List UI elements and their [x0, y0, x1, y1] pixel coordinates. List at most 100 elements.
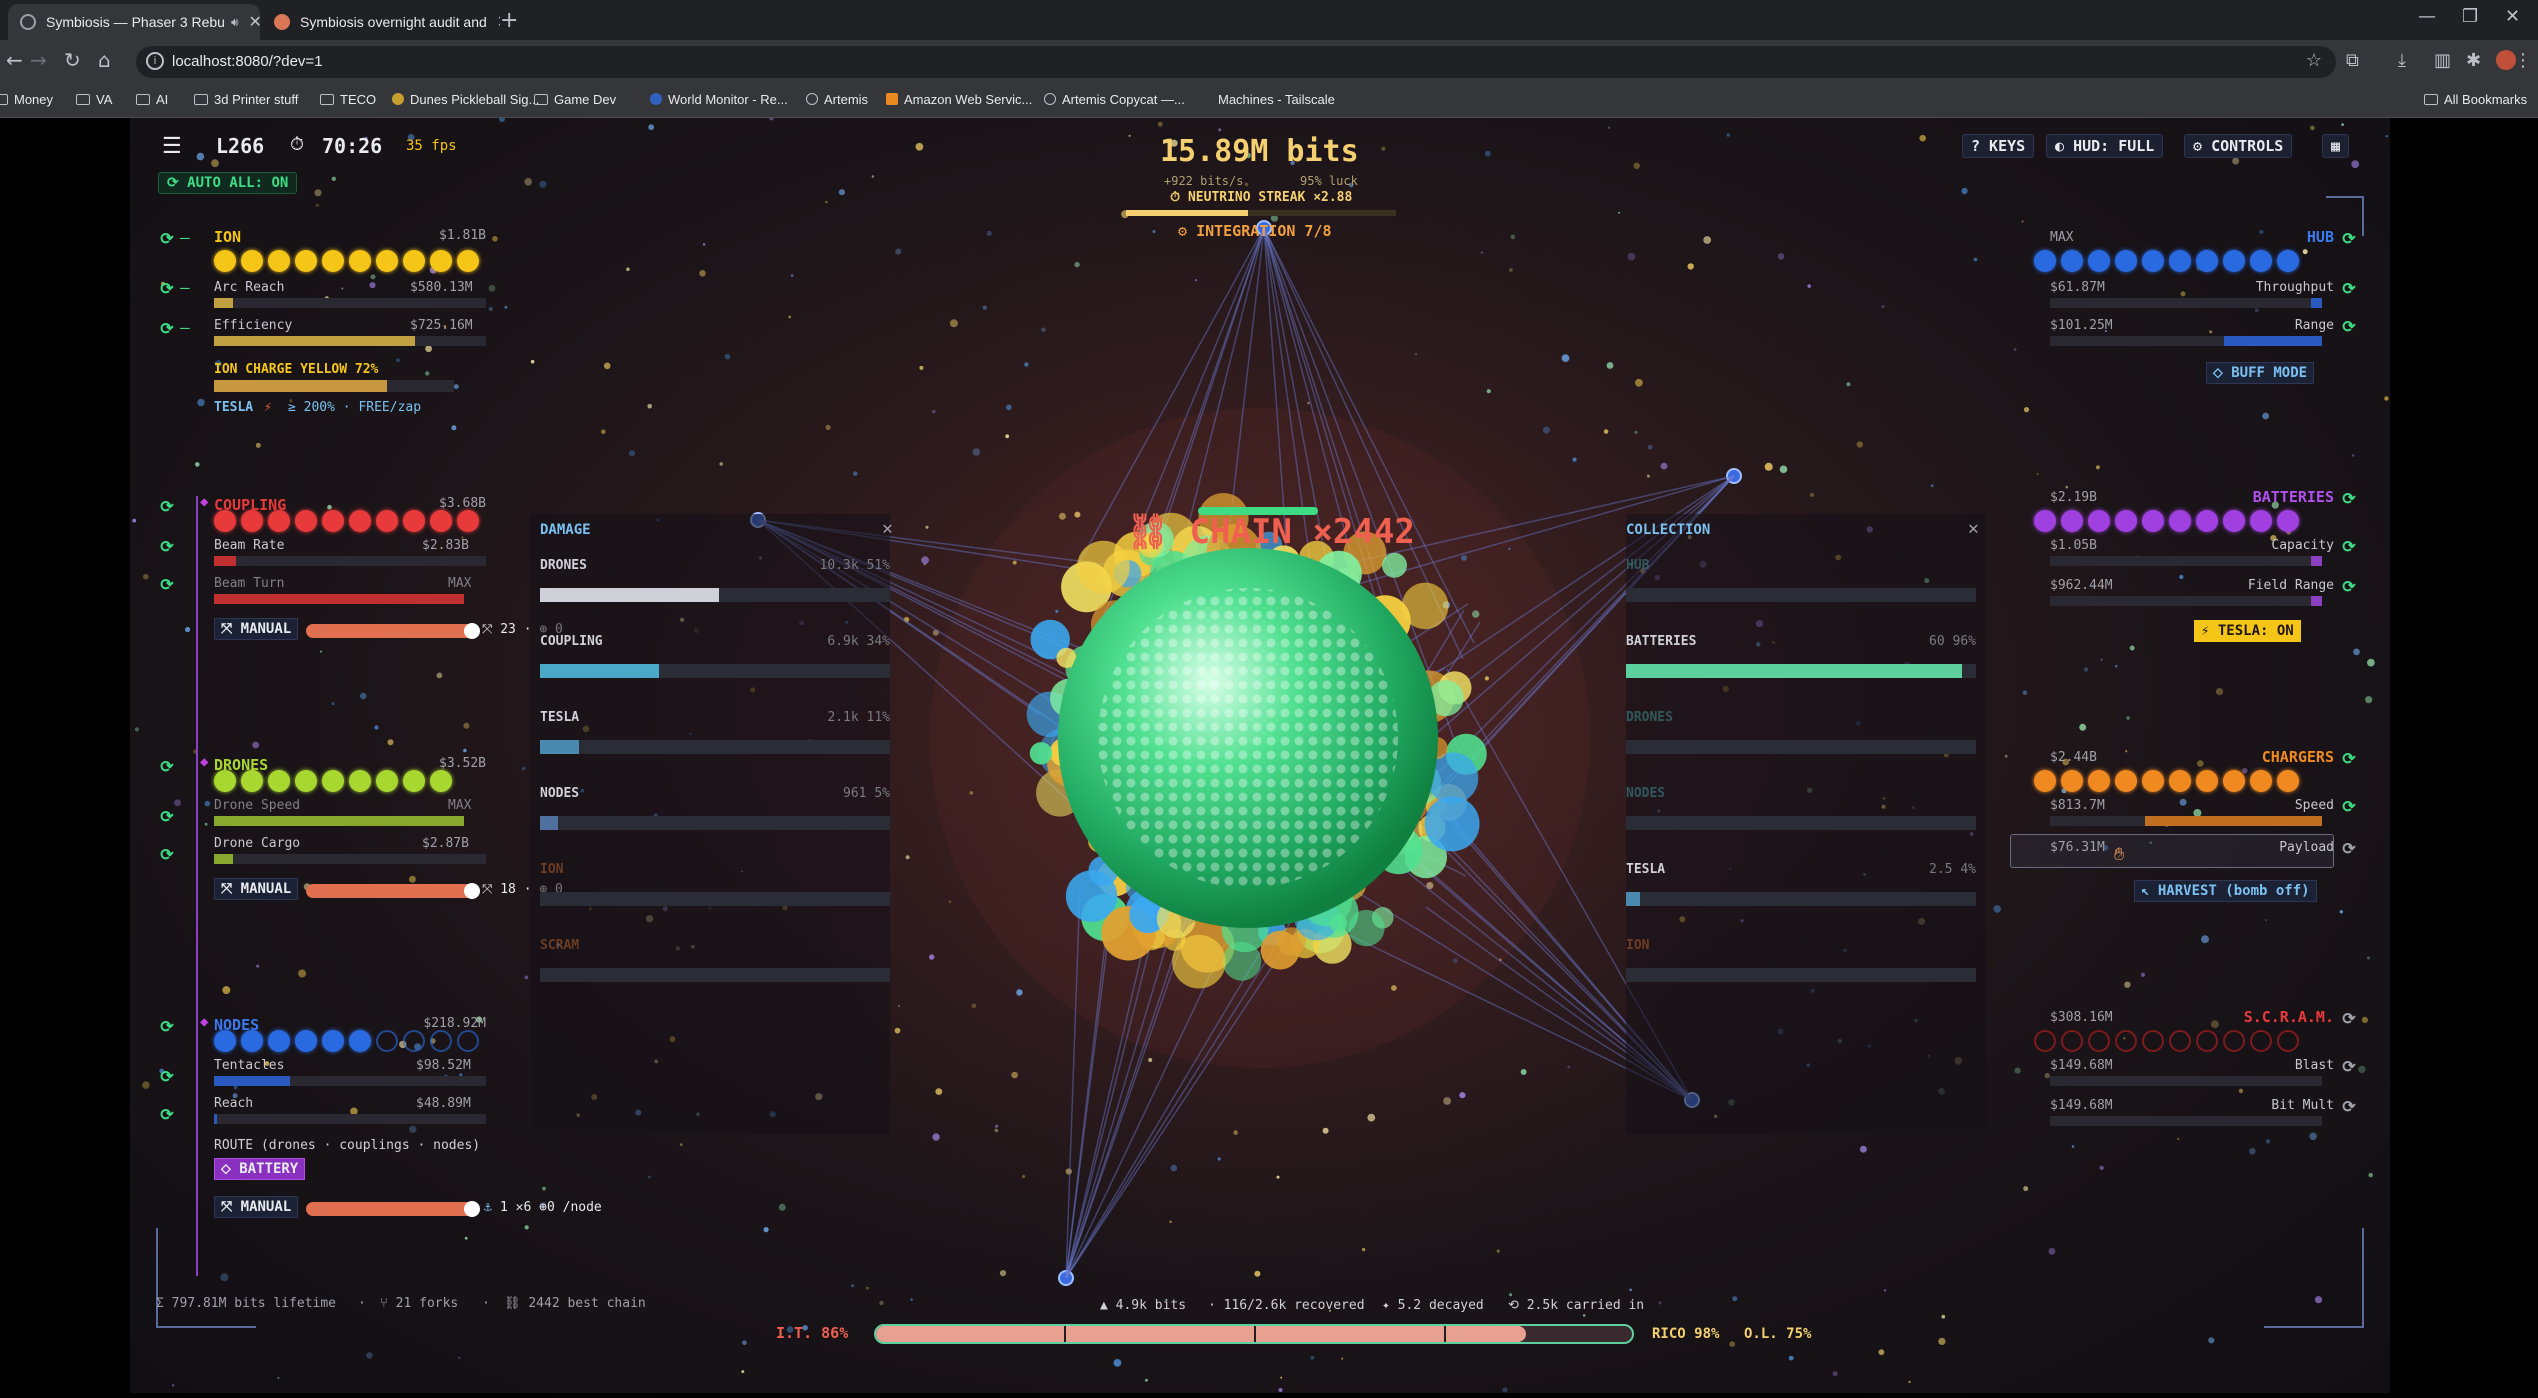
tab-audit[interactable]: Symbiosis overnight audit and ✕ — [262, 4, 500, 40]
bit-bubble — [1260, 930, 1300, 970]
drones-refresh-icon[interactable]: ⟳ — [158, 758, 176, 776]
bookmark-aws[interactable]: Amazon Web Servic... — [886, 92, 1032, 107]
folder-icon — [534, 94, 548, 105]
speed-refresh-icon[interactable]: ⟳ — [2340, 798, 2358, 816]
bookmark-3d-printer[interactable]: 3d Printer stuff — [194, 92, 298, 107]
nodes-slider[interactable] — [306, 1201, 480, 1217]
extensions-icon[interactable]: ⧉ — [2346, 50, 2359, 71]
bit-mult-refresh-icon[interactable]: ⟳ — [2340, 1098, 2358, 1116]
drones-slider[interactable] — [306, 883, 480, 899]
close-tab-icon[interactable]: ✕ — [249, 12, 260, 32]
range-refresh-icon[interactable]: ⟳ — [2340, 318, 2358, 336]
folder-icon — [320, 94, 334, 105]
chargers-refresh-icon[interactable]: ⟳ — [2340, 750, 2358, 768]
star-particle — [366, 1352, 373, 1359]
capacity-refresh-icon[interactable]: ⟳ — [2340, 538, 2358, 556]
ion-refresh-icon[interactable]: ⟳ — [158, 230, 176, 248]
bookmark-artemis[interactable]: Artemis — [806, 92, 868, 107]
drone-cargo-refresh-icon[interactable]: ⟳ — [158, 846, 176, 864]
minimize-button[interactable]: — — [2418, 6, 2436, 27]
tentacles-refresh-icon[interactable]: ⟳ — [158, 1068, 176, 1086]
maximize-button[interactable]: ❐ — [2462, 6, 2478, 27]
damage-close-icon[interactable]: ✕ — [882, 518, 893, 539]
throughput-refresh-icon[interactable]: ⟳ — [2340, 280, 2358, 298]
address-bar[interactable]: i localhost:8080/?dev=1 ☆ — [136, 46, 2336, 78]
cursor-icon: ✋︎ — [2114, 844, 2125, 865]
bookmark-game-dev[interactable]: Game Dev — [534, 92, 616, 107]
reach-refresh-icon[interactable]: ⟳ — [158, 1106, 176, 1124]
fullscreen-icon[interactable]: ▦ — [2322, 134, 2350, 158]
harvest-button[interactable]: ↖ HARVEST (bomb off) — [2134, 880, 2317, 902]
coupling-refresh-icon[interactable]: ⟳ — [158, 498, 176, 516]
bookmark-va[interactable]: VA — [76, 92, 112, 107]
menu-icon[interactable]: ☰ — [162, 134, 182, 159]
avatar[interactable] — [2472, 50, 2516, 75]
ion-level-dots — [214, 250, 479, 272]
level-dot — [430, 1030, 452, 1052]
star-particle — [971, 1003, 977, 1009]
keys-button[interactable]: ? KEYS — [1962, 134, 2035, 158]
site-info-icon[interactable]: i — [146, 52, 164, 70]
star-particle — [314, 189, 322, 197]
hub-refresh-icon[interactable]: ⟳ — [2340, 230, 2358, 248]
star-particle — [1788, 1355, 1794, 1361]
hud-mode-button[interactable]: ◐ HUD: FULL — [2046, 134, 2164, 158]
slider-knob[interactable] — [464, 623, 480, 639]
panel-row-label: BATTERIES — [1626, 634, 1697, 649]
star-particle — [1634, 430, 1638, 434]
bookmark-artemis-copycat[interactable]: Artemis Copycat —... — [1044, 92, 1185, 107]
star-particle — [1908, 1380, 1911, 1384]
game-canvas[interactable]: ☰ L266 ⏱ 70:26 35 fps ⟳ AUTO ALL: ON 15.… — [130, 118, 2390, 1393]
coupling-manual-button[interactable]: ⤧ MANUAL — [214, 618, 299, 640]
home-icon[interactable]: ⌂ — [98, 48, 111, 72]
batteries-refresh-icon[interactable]: ⟳ — [2340, 490, 2358, 508]
reload-button[interactable]: ↻ — [64, 48, 81, 72]
nodes-manual-button[interactable]: ⤧ MANUAL — [214, 1196, 299, 1218]
bookmark-all[interactable]: All Bookmarks — [2424, 92, 2527, 107]
blast-refresh-icon[interactable]: ⟳ — [2340, 1058, 2358, 1076]
slider-knob[interactable] — [464, 883, 480, 899]
tab-symbiosis[interactable]: Symbiosis — Phaser 3 Rebu 🔊︎ ✕ — [8, 4, 260, 40]
speaker-icon[interactable]: 🔊︎ — [231, 15, 239, 30]
panel-row-bar — [1626, 664, 1976, 678]
controls-button[interactable]: ⚙ CONTROLS — [2184, 134, 2293, 158]
bookmark-tailscale[interactable]: Machines - Tailscale — [1218, 92, 1335, 107]
close-window-button[interactable]: ✕ — [2505, 6, 2520, 27]
nodes-refresh-icon[interactable]: ⟳ — [158, 1018, 176, 1036]
payload-refresh-icon[interactable]: ⟳ — [2340, 840, 2358, 858]
auto-all-toggle[interactable]: ⟳ AUTO ALL: ON — [158, 172, 298, 194]
drone-speed-refresh-icon[interactable]: ⟳ — [158, 808, 176, 826]
tesla-toggle-button[interactable]: ⚡︎ TESLA: ON — [2194, 620, 2301, 642]
star-particle — [2365, 696, 2373, 704]
forward-button[interactable]: → — [30, 48, 47, 72]
star-particle — [2079, 723, 2087, 731]
buff-mode-button[interactable]: ⬦ BUFF MODE — [2206, 362, 2315, 384]
slider-knob[interactable] — [464, 1201, 480, 1217]
star-particle — [853, 471, 858, 476]
bookmark-ai[interactable]: AI — [136, 92, 168, 107]
back-button[interactable]: ← — [6, 48, 23, 72]
arc-reach-refresh-icon[interactable]: ⟳ — [158, 280, 176, 298]
battery-route-button[interactable]: ⬦ BATTERY — [214, 1158, 306, 1180]
coupling-slider[interactable] — [306, 623, 480, 639]
bookmark-star-icon[interactable]: ☆ — [2306, 50, 2322, 71]
beam-rate-refresh-icon[interactable]: ⟳ — [158, 538, 176, 556]
star-particle — [1074, 261, 1080, 268]
sidepanel-icon[interactable]: ▥ — [2434, 50, 2451, 71]
efficiency-refresh-icon[interactable]: ⟳ — [158, 320, 176, 338]
bookmark-teco[interactable]: TECO — [320, 92, 376, 107]
field-range-refresh-icon[interactable]: ⟳ — [2340, 578, 2358, 596]
level-dot — [2034, 1030, 2056, 1052]
collection-close-icon[interactable]: ✕ — [1968, 518, 1979, 539]
bookmark-money[interactable]: Money — [0, 92, 53, 107]
drones-manual-button[interactable]: ⤧ MANUAL — [214, 878, 299, 900]
download-icon[interactable]: ⤓ — [2398, 50, 2406, 71]
bookmark-dunes[interactable]: Dunes Pickleball Sig... — [392, 92, 539, 107]
beam-turn-refresh-icon[interactable]: ⟳ — [158, 576, 176, 594]
bookmark-world-monitor[interactable]: World Monitor - Re... — [650, 92, 788, 107]
route-label: ROUTE (drones · couplings · nodes) — [214, 1138, 481, 1153]
scram-refresh-icon[interactable]: ⟳ — [2340, 1010, 2358, 1028]
menu-icon[interactable]: ⋮ — [2514, 50, 2532, 71]
star-particle — [2099, 1165, 2104, 1170]
new-tab-button[interactable]: + — [500, 8, 518, 33]
